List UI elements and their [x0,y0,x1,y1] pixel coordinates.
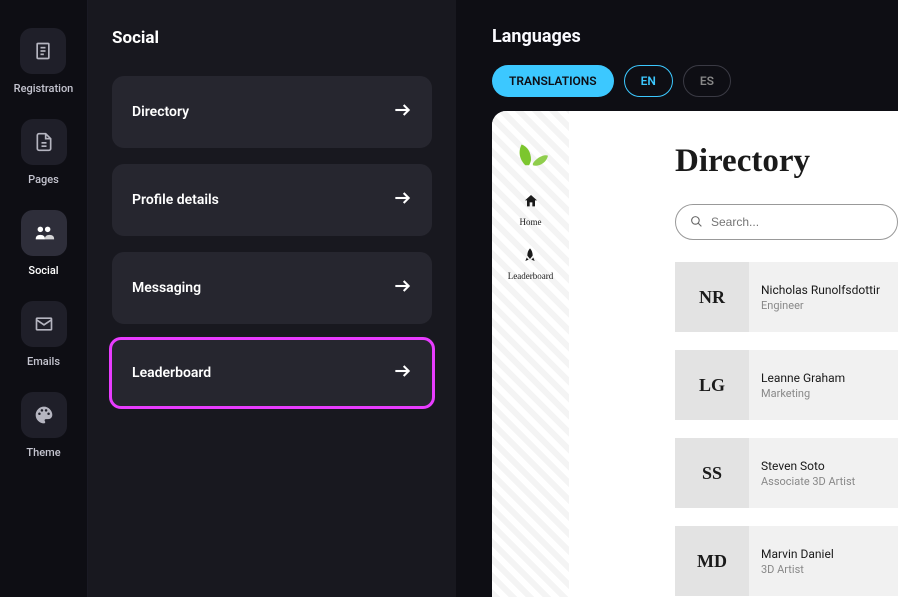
pill-es[interactable]: ES [683,65,731,97]
panel-title: Social [112,28,432,48]
arrow-right-icon [392,188,412,212]
sidebar-item-social[interactable]: Social [21,210,67,277]
sidebar-item-pages[interactable]: Pages [21,119,67,186]
search-box[interactable] [675,204,898,240]
language-pills: TRANSLATIONS EN ES [492,65,898,97]
inner-main: Directory NR Nicholas Runolfsdottir Engi… [569,111,898,597]
rocket-icon [522,247,538,267]
sidebar-item-theme[interactable]: Theme [21,392,67,459]
person-role: Marketing [761,387,845,400]
emails-icon [21,301,67,347]
search-icon [690,213,703,232]
pill-translations[interactable]: TRANSLATIONS [492,65,614,97]
inner-nav-leaderboard[interactable]: Leaderboard [508,247,553,281]
inner-nav-label: Home [520,217,542,227]
person-role: Associate 3D Artist [761,475,855,488]
inner-app-preview: Home Leaderboard Directory NR [492,111,898,597]
panel-item-label: Leaderboard [132,365,211,381]
directory-item[interactable]: MD Marvin Daniel 3D Artist [675,526,898,596]
directory-heading: Directory [675,143,898,180]
sidebar-label: Theme [26,446,60,459]
inner-nav-label: Leaderboard [508,271,553,281]
preview-title: Languages [492,26,898,47]
leaf-logo-icon [512,135,550,173]
directory-item[interactable]: NR Nicholas Runolfsdottir Engineer [675,262,898,332]
registration-icon [20,28,66,74]
arrow-right-icon [392,100,412,124]
secondary-panel: Social Directory Profile details Messagi… [88,0,456,597]
person-name: Leanne Graham [761,371,845,385]
avatar: NR [675,262,749,332]
sidebar-item-registration[interactable]: Registration [14,28,74,95]
sidebar-label: Emails [27,355,60,368]
main-sidebar: Registration Pages Social Emails Theme [0,0,88,597]
directory-list: NR Nicholas Runolfsdottir Engineer LG Le… [675,262,898,596]
search-input[interactable] [711,215,883,229]
person-name: Steven Soto [761,459,855,473]
directory-item[interactable]: SS Steven Soto Associate 3D Artist [675,438,898,508]
avatar: LG [675,350,749,420]
sidebar-label: Social [28,264,58,277]
inner-nav-home[interactable]: Home [520,193,542,227]
person-name: Nicholas Runolfsdottir [761,283,880,297]
arrow-right-icon [392,361,412,385]
person-name: Marvin Daniel [761,547,834,561]
panel-list: Directory Profile details Messaging Lead… [112,76,432,406]
arrow-right-icon [392,276,412,300]
social-icon [21,210,67,256]
pill-en[interactable]: EN [624,65,673,97]
panel-item-label: Directory [132,104,189,120]
avatar: MD [675,526,749,596]
theme-icon [21,392,67,438]
preview-area: Languages TRANSLATIONS EN ES Home Leader… [456,0,898,597]
panel-item-label: Profile details [132,192,219,208]
person-role: Engineer [761,299,880,312]
sidebar-label: Registration [14,82,74,95]
panel-item-profile-details[interactable]: Profile details [112,164,432,236]
home-icon [523,193,539,213]
avatar: SS [675,438,749,508]
panel-item-messaging[interactable]: Messaging [112,252,432,324]
panel-item-leaderboard[interactable]: Leaderboard [109,337,435,409]
sidebar-label: Pages [28,173,59,186]
pages-icon [21,119,67,165]
person-role: 3D Artist [761,563,834,576]
directory-item[interactable]: LG Leanne Graham Marketing [675,350,898,420]
inner-sidebar: Home Leaderboard [492,111,569,597]
sidebar-item-emails[interactable]: Emails [21,301,67,368]
panel-item-directory[interactable]: Directory [112,76,432,148]
panel-item-label: Messaging [132,280,201,296]
